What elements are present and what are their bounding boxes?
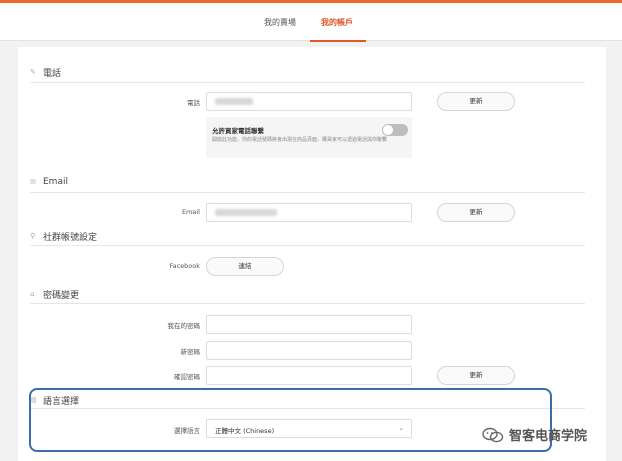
watermark: 智客电商学院: [482, 425, 587, 444]
section-social-divider: [30, 245, 585, 246]
email-input[interactable]: [206, 203, 412, 222]
section-email-title: ✉ Email: [30, 177, 68, 187]
toggle-description: 開啟此功能，你的電話號碼將會出現在商品頁面，購買家可以透過電話與你聯繫: [212, 137, 388, 143]
confirm-password-label: 確認密碼: [174, 373, 200, 381]
phone-contact-toggle[interactable]: [382, 124, 408, 136]
current-password-input[interactable]: [206, 315, 412, 334]
facebook-connect-button[interactable]: 連結: [206, 257, 284, 276]
new-password-label: 新密碼: [180, 348, 201, 356]
confirm-password-input[interactable]: [206, 366, 412, 385]
watermark-text: 智客电商学院: [509, 429, 588, 444]
tab-my-account[interactable]: 我的帳戶: [321, 17, 353, 28]
email-update-button[interactable]: 更新: [437, 203, 515, 222]
section-email-divider: [30, 192, 585, 193]
password-update-button[interactable]: 更新: [437, 366, 515, 385]
phone-input[interactable]: [206, 92, 412, 111]
mail-icon: ✉: [30, 177, 36, 186]
masked-value: [215, 98, 253, 105]
section-password-title: ⌂ 密碼變更: [30, 290, 80, 302]
new-password-input[interactable]: [206, 341, 412, 360]
facebook-label: Facebook: [169, 262, 200, 270]
masked-value: [215, 209, 277, 216]
link-icon: ⚲: [30, 232, 36, 240]
phone-contact-toggle-box: 允許買家電話聯繫 開啟此功能，你的電話號碼將會出現在商品頁面，購買家可以透過電話…: [206, 117, 412, 158]
phone-label: 電話: [187, 99, 200, 107]
section-phone-divider: [30, 82, 585, 83]
language-highlight-frame: [29, 388, 552, 452]
active-tab-indicator: [310, 40, 366, 42]
toggle-knob: [383, 125, 393, 135]
phone-update-button[interactable]: 更新: [437, 92, 515, 111]
lock-icon: ⌂: [30, 290, 35, 298]
header-tabs: 我的賣場 我的帳戶: [0, 3, 622, 42]
email-label: Email: [181, 208, 200, 216]
tab-my-shop[interactable]: 我的賣場: [264, 17, 296, 28]
section-password-divider: [30, 303, 585, 304]
current-password-label: 我在的密碼: [167, 322, 201, 330]
pencil-icon: ✎: [30, 68, 36, 76]
section-phone-title: ✎ 電話: [30, 68, 62, 80]
section-social-title: ⚲ 社群帳號設定: [30, 232, 98, 244]
toggle-title: 允許買家電話聯繫: [212, 127, 264, 135]
wechat-logo-icon: [482, 427, 504, 443]
